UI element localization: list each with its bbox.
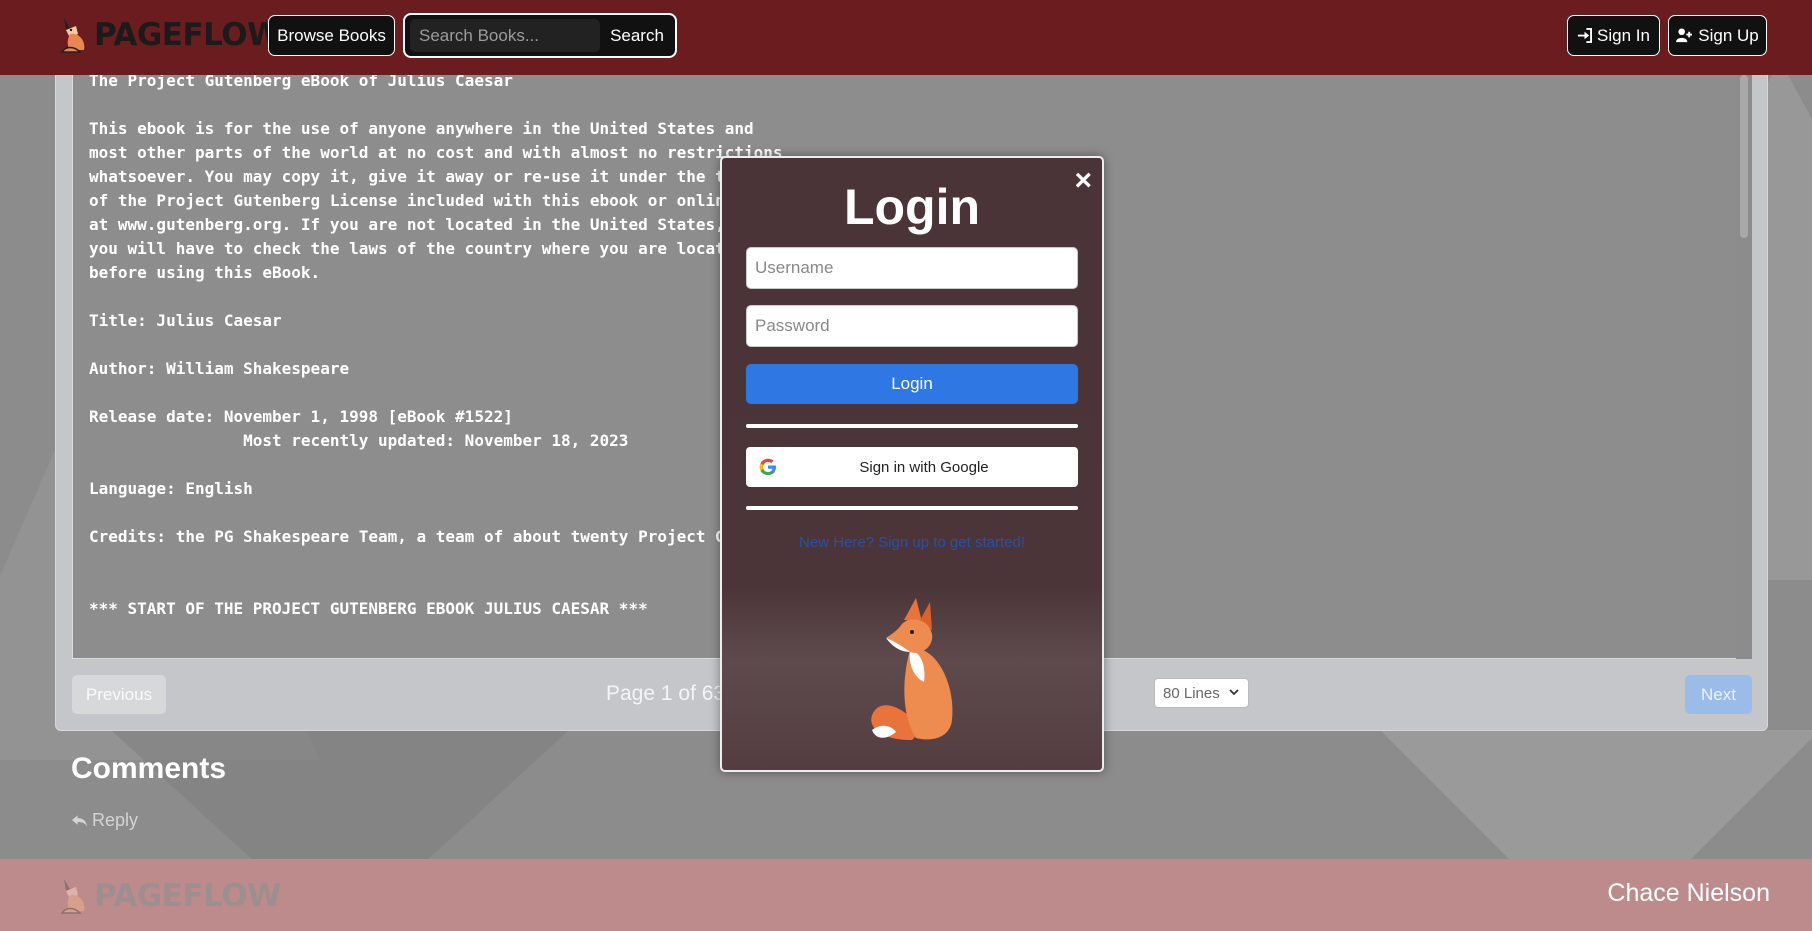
brand-name: PAGEFLOW	[94, 17, 281, 53]
footer-author: Chace Nielson	[1607, 879, 1770, 907]
user-plus-icon	[1676, 28, 1693, 43]
sign-in-label: Sign In	[1597, 25, 1650, 45]
comments-heading: Comments	[71, 752, 227, 785]
browse-books-button[interactable]: Browse Books	[268, 15, 395, 56]
search-form: Search	[403, 13, 677, 58]
scrollbar-thumb[interactable]	[1740, 75, 1748, 238]
sign-in-button[interactable]: Sign In	[1567, 15, 1660, 56]
fox-logo-icon	[60, 18, 85, 53]
sign-in-icon	[1577, 28, 1593, 43]
login-button[interactable]: Login	[746, 364, 1078, 404]
brand-logo[interactable]: PAGEFLOW	[58, 16, 281, 54]
page-indicator: Page 1 of 63	[606, 682, 726, 705]
google-signin-button[interactable]: Sign in with Google	[746, 447, 1078, 487]
password-field[interactable]	[746, 305, 1078, 347]
google-icon	[759, 458, 776, 475]
footer-logo[interactable]: PAGEFLOW	[58, 877, 281, 915]
navbar: PAGEFLOW Browse Books Search Sign In Sig…	[0, 0, 1812, 75]
login-title: Login	[843, 179, 981, 235]
login-modal: × Login Login Sign in with Google New He…	[720, 156, 1104, 772]
fox-illustration	[871, 598, 953, 740]
search-button[interactable]: Search	[604, 19, 670, 52]
chevron-down-icon	[1229, 689, 1239, 696]
signup-link[interactable]: New Here? Sign up to get started!	[722, 534, 1102, 551]
lines-per-page-value: 80 Lines	[1163, 684, 1220, 702]
divider	[746, 424, 1078, 428]
reply-label: Reply	[92, 810, 139, 830]
sign-up-button[interactable]: Sign Up	[1668, 15, 1767, 56]
reply-icon	[71, 814, 88, 827]
previous-button[interactable]: Previous	[72, 675, 166, 714]
reply-link[interactable]: Reply	[71, 810, 138, 831]
divider	[746, 506, 1078, 510]
lines-per-page-select[interactable]: 80 Lines	[1154, 678, 1249, 708]
search-input[interactable]	[410, 19, 600, 52]
username-field[interactable]	[746, 247, 1078, 289]
google-signin-label: Sign in with Google	[859, 458, 989, 476]
footer-brand-name: PAGEFLOW	[94, 878, 281, 914]
footer: PAGEFLOW Chace Nielson	[0, 859, 1812, 931]
fox-logo-icon	[60, 879, 85, 914]
next-button[interactable]: Next	[1685, 675, 1752, 714]
sign-up-label: Sign Up	[1698, 25, 1759, 45]
